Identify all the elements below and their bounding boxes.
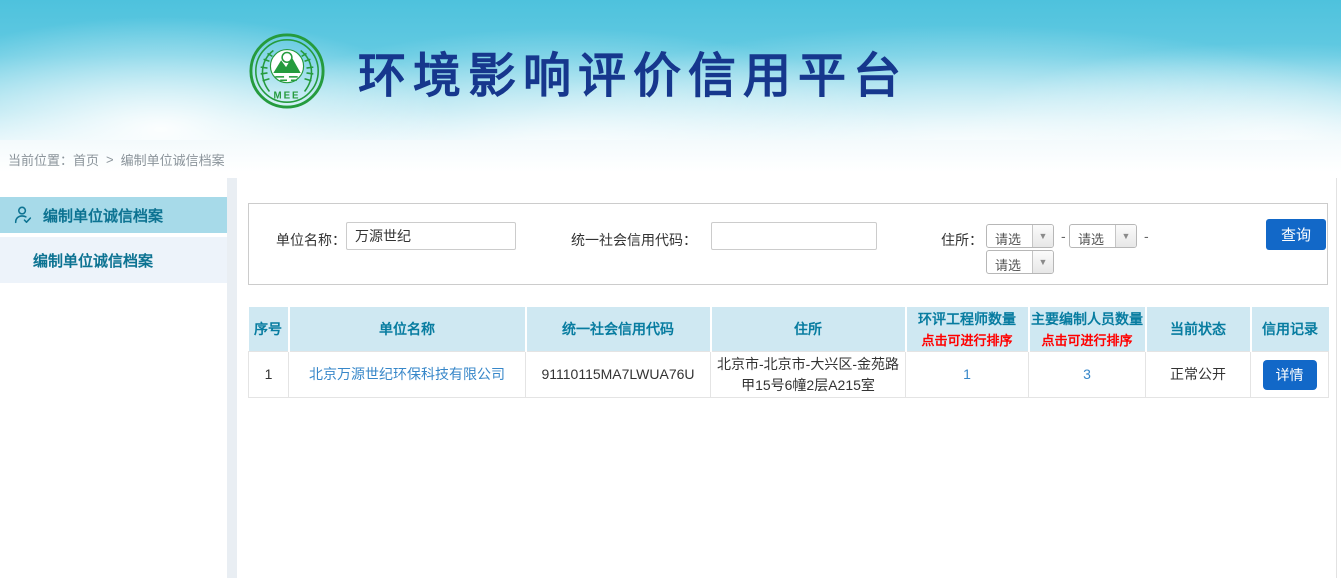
cell-index: 1	[249, 352, 289, 398]
cell-credit-code: 91110115MA7LWUA76U	[526, 352, 711, 398]
chevron-down-icon: ▼	[1032, 225, 1053, 247]
sidebar-parent-label: 编制单位诚信档案	[43, 205, 163, 226]
sidebar-divider	[227, 178, 237, 578]
col-header-credit-record: 信用记录	[1251, 307, 1329, 352]
breadcrumb-home-link[interactable]: 首页	[73, 150, 99, 169]
col-header-status: 当前状态	[1146, 307, 1251, 352]
chevron-down-icon: ▼	[1115, 225, 1136, 247]
col-header-credit-code: 统一社会信用代码	[526, 307, 711, 352]
site-banner: MEE 环境影响评价信用平台	[0, 0, 1341, 140]
sidebar-item-unit-credit-archive[interactable]: 编制单位诚信档案	[0, 197, 227, 233]
table-row: 1 北京万源世纪环保科技有限公司 91110115MA7LWUA76U 北京市-…	[249, 352, 1329, 398]
address-dash: -	[1144, 228, 1149, 244]
engineer-count-link[interactable]: 1	[963, 366, 971, 382]
query-button[interactable]: 查询	[1266, 219, 1326, 250]
sort-hint: 点击可进行排序	[1030, 330, 1145, 349]
city-select[interactable]: 请选择 ▼	[1069, 224, 1137, 248]
address-label: 住所：	[941, 230, 983, 250]
sidebar-subitem-unit-credit-archive[interactable]: 编制单位诚信档案	[0, 237, 227, 283]
unit-name-input[interactable]	[346, 222, 516, 250]
breadcrumb-current: 编制单位诚信档案	[121, 150, 225, 169]
credit-code-label: 统一社会信用代码：	[571, 230, 697, 250]
breadcrumb: 当前位置： 首页 > 编制单位诚信档案	[0, 140, 1341, 178]
col-header-engineer-count-sort[interactable]: 环评工程师数量 点击可进行排序	[906, 307, 1029, 352]
col-header-unit-name: 单位名称	[289, 307, 526, 352]
person-check-icon	[12, 204, 34, 226]
results-table: 序号 单位名称 统一社会信用代码 住所 环评工程师数量 点击可进行排序 主要编制…	[248, 307, 1329, 398]
mee-logo-icon: MEE	[248, 32, 326, 110]
breadcrumb-separator: >	[106, 152, 114, 167]
main-content: 单位名称： 统一社会信用代码： 住所： 请选择 ▼ - 请选择 ▼ - 请选择 …	[237, 178, 1336, 578]
unit-name-label: 单位名称：	[276, 230, 346, 250]
cell-status: 正常公开	[1146, 352, 1251, 398]
table-header-row: 序号 单位名称 统一社会信用代码 住所 环评工程师数量 点击可进行排序 主要编制…	[249, 307, 1329, 352]
breadcrumb-prefix: 当前位置：	[8, 150, 73, 169]
chevron-down-icon: ▼	[1032, 251, 1053, 273]
cell-address: 北京市-北京市-大兴区-金苑路 甲15号6幢2层A215室	[711, 352, 906, 398]
site-title: 环境影响评价信用平台	[358, 36, 908, 106]
address-dash: -	[1061, 228, 1066, 244]
detail-button[interactable]: 详情	[1263, 360, 1317, 390]
search-panel: 单位名称： 统一社会信用代码： 住所： 请选择 ▼ - 请选择 ▼ - 请选择 …	[248, 203, 1328, 285]
company-name-link[interactable]: 北京万源世纪环保科技有限公司	[309, 366, 505, 382]
credit-code-input[interactable]	[711, 222, 877, 250]
sort-hint: 点击可进行排序	[907, 330, 1028, 349]
sidebar-subitem-label: 编制单位诚信档案	[33, 250, 153, 271]
province-select[interactable]: 请选择 ▼	[986, 224, 1054, 248]
staff-count-link[interactable]: 3	[1083, 366, 1091, 382]
district-select[interactable]: 请选择 ▼	[986, 250, 1054, 274]
sidebar: 编制单位诚信档案 编制单位诚信档案	[0, 178, 227, 578]
col-header-index: 序号	[249, 307, 289, 352]
col-header-address: 住所	[711, 307, 906, 352]
svg-text:MEE: MEE	[274, 90, 301, 101]
col-header-staff-count-sort[interactable]: 主要编制人员数量 点击可进行排序	[1029, 307, 1146, 352]
